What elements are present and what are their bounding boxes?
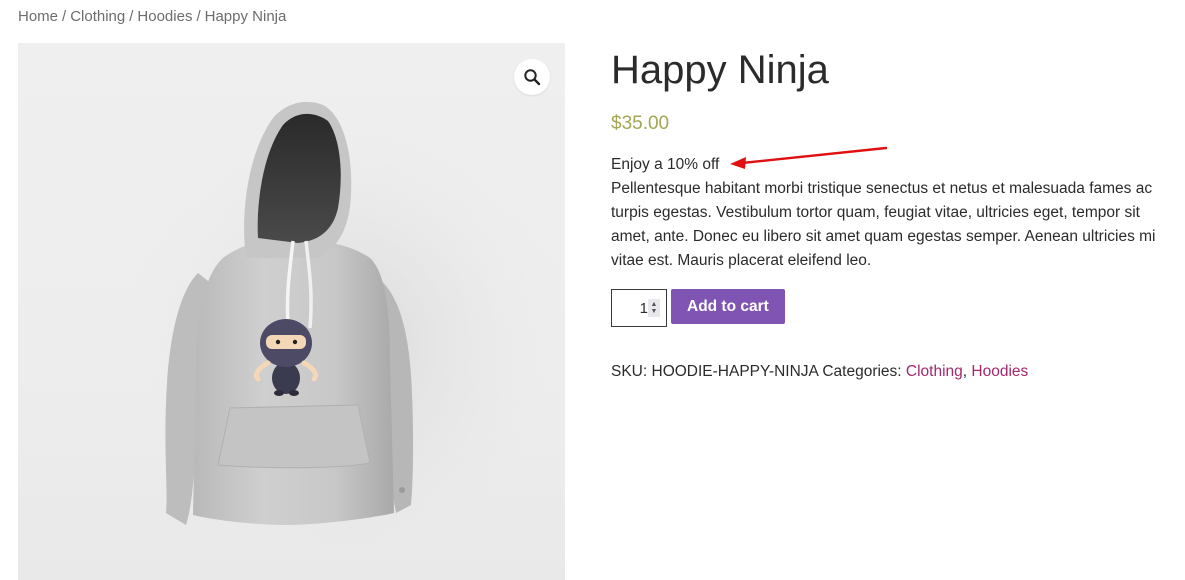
zoom-button[interactable] [514, 59, 550, 95]
product-price: $35.00 [611, 113, 670, 134]
product-description: Pellentesque habitant morbi tristique se… [611, 180, 1156, 269]
quantity-value[interactable]: 1 [640, 300, 648, 317]
breadcrumb-separator: / [129, 8, 134, 25]
promo-text: Enjoy a 10% off [611, 156, 720, 173]
breadcrumb-hoodies[interactable]: Hoodies [137, 8, 192, 25]
add-to-cart-form: 1 ▲ ▼ Add to cart [611, 289, 1171, 327]
breadcrumb-clothing[interactable]: Clothing [70, 8, 125, 25]
product-meta: SKU: HOODIE-HAPPY-NINJA Categories: Clot… [611, 360, 1171, 384]
category-separator: , [962, 363, 968, 380]
quantity-spinner[interactable]: ▲ ▼ [648, 299, 660, 317]
chevron-up-icon[interactable]: ▲ [651, 301, 658, 308]
magnifier-icon [524, 69, 541, 86]
product-gallery[interactable] [18, 43, 565, 580]
category-link-clothing[interactable]: Clothing [906, 363, 963, 380]
breadcrumb-home[interactable]: Home [18, 8, 58, 25]
sku-value: HOODIE-HAPPY-NINJA [651, 363, 819, 380]
breadcrumb-current: Happy Ninja [204, 8, 287, 25]
breadcrumb-separator: / [62, 8, 67, 25]
product-summary: Happy Ninja $35.00 Enjoy a 10% off Pelle… [611, 46, 1171, 384]
breadcrumb-separator: / [196, 8, 201, 25]
sku-label: SKU: [611, 363, 648, 380]
quantity-stepper[interactable]: 1 ▲ ▼ [611, 289, 667, 327]
category-link-hoodies[interactable]: Hoodies [971, 363, 1028, 380]
product-image[interactable] [18, 43, 565, 580]
chevron-down-icon[interactable]: ▼ [651, 308, 658, 315]
categories-label: Categories: [822, 363, 902, 380]
product-title: Happy Ninja [611, 48, 829, 92]
product-page: Home/Clothing/Hoodies/Happy Ninja [0, 0, 1185, 580]
add-to-cart-button[interactable]: Add to cart [671, 289, 785, 324]
breadcrumb: Home / Clothing / Hoodies / Happy Ninja [18, 8, 286, 25]
